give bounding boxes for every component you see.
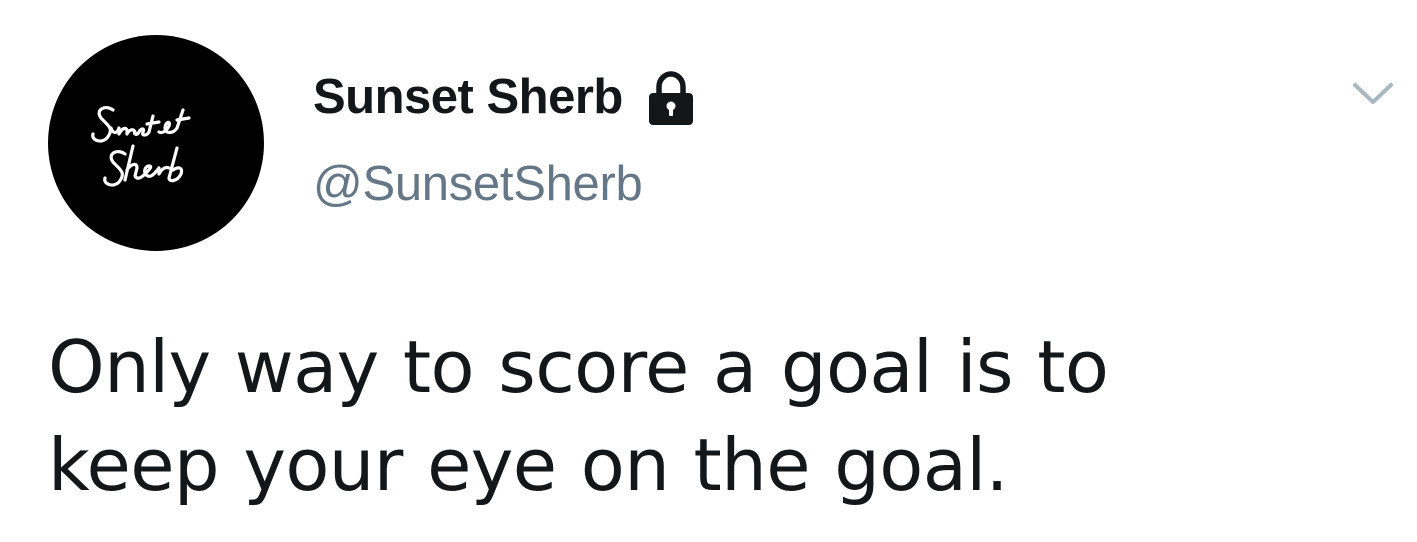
sunset-sherb-logo: [91, 105, 191, 187]
chevron-down-icon: [1353, 83, 1393, 104]
tweet: Sunset Sherb @SunsetSherb Only way to sc…: [0, 0, 1417, 542]
user-handle[interactable]: @SunsetSherb: [313, 160, 697, 209]
tweet-menu-button[interactable]: [1345, 72, 1401, 116]
display-name[interactable]: Sunset Sherb: [313, 72, 623, 122]
tweet-author: Sunset Sherb @SunsetSherb: [313, 64, 697, 209]
tweet-text-line: Only way to score a goal is to: [48, 325, 1109, 409]
avatar[interactable]: [48, 35, 264, 251]
tweet-text-line: keep your eye on the goal.: [48, 423, 1009, 507]
tweet-text: Only way to score a goal is to keep your…: [48, 318, 1388, 514]
lock-icon: [645, 71, 697, 127]
display-name-row: Sunset Sherb: [313, 64, 697, 130]
